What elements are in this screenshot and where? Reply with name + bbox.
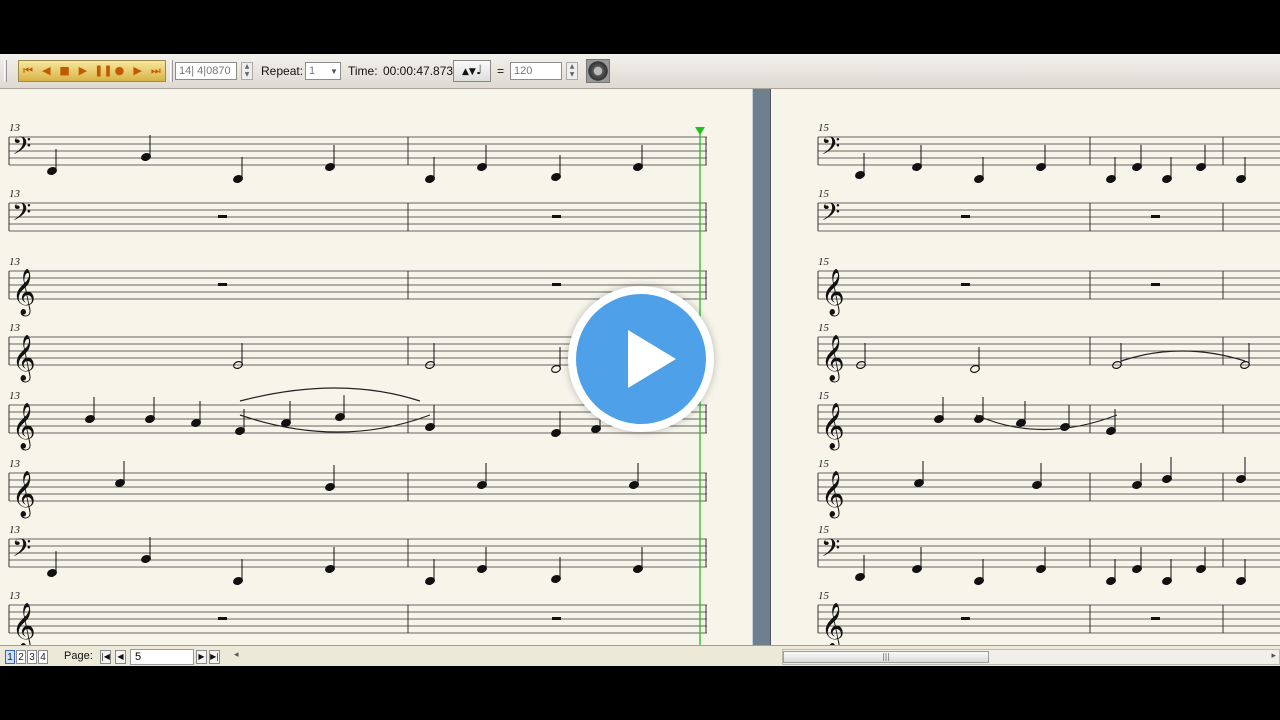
next-page-icon[interactable]: ▶ (196, 650, 207, 664)
treble-clef-icon: 𝄞 (821, 335, 845, 383)
bass-clef-icon: 𝄢 (821, 132, 840, 167)
whole-rest-icon (1151, 283, 1160, 286)
measure-number-label: 13 (9, 458, 21, 470)
bass-clef-icon: 𝄢 (12, 534, 31, 569)
bass-clef-icon: 𝄢 (12, 132, 31, 167)
tie-arc (975, 414, 1118, 431)
measure-number-label: 15 (818, 256, 830, 268)
time-label: Time: (348, 64, 378, 78)
status-bar: 1 2 3 4 Page: |◀ ◀ 5 ▶ ▶| ◂ ||| ▸ (0, 645, 1280, 666)
tie-arc (239, 414, 431, 433)
measure-number-label: 13 (9, 188, 21, 200)
tie-arc (239, 387, 421, 402)
measure-number-label: 15 (818, 188, 830, 200)
whole-rest-icon (218, 617, 227, 620)
treble-clef-icon: 𝄞 (821, 471, 845, 519)
scroll-left-icon[interactable]: ◂ (234, 650, 239, 660)
whole-rest-icon (552, 617, 561, 620)
whole-rest-icon (552, 283, 561, 286)
play-button-icon (576, 294, 706, 424)
playback-cursor-marker-icon (695, 127, 705, 135)
measure-number-label: 15 (818, 458, 830, 470)
whole-rest-icon (218, 283, 227, 286)
position-field[interactable]: 14| 4|0870 (175, 62, 237, 80)
equals-label: = (497, 64, 505, 78)
page-number-field[interactable]: 5 (130, 649, 194, 665)
whole-rest-icon (961, 617, 970, 620)
tempo-field[interactable]: 120 (510, 62, 562, 80)
score-pane-right[interactable]: 15 𝄢 𝄢 15 𝄞 15 𝄞 15 𝄞 15 𝄞 15 𝄢 15 𝄞 15 (771, 89, 1280, 645)
measure-number-label: 13 (9, 590, 21, 602)
treble-clef-icon: 𝄞 (12, 269, 36, 317)
treble-clef-icon: 𝄞 (821, 269, 845, 317)
measure-number-label: 13 (9, 524, 21, 536)
whole-rest-icon (961, 283, 970, 286)
whole-rest-icon (1151, 215, 1160, 218)
first-page-icon[interactable]: |◀ (100, 650, 111, 664)
page-label: Page: (64, 650, 93, 662)
record-icon[interactable]: ● (112, 64, 126, 78)
repeat-label: Repeat: (261, 64, 304, 78)
treble-clef-icon: 𝄞 (12, 471, 36, 519)
time-value: 00:00:47.873 (383, 64, 454, 78)
metronome-icon[interactable] (586, 59, 610, 83)
measure-number-label: 15 (818, 390, 830, 402)
scroll-right-icon[interactable]: ▸ (1271, 651, 1276, 661)
forward-to-end-icon[interactable]: ⏭ (149, 64, 163, 78)
score-page-right: 15 𝄢𝄢15𝄞15𝄞15𝄞15𝄞15𝄢15𝄞15 (817, 122, 1280, 645)
play-icon[interactable]: ▶ (76, 64, 90, 78)
pause-icon[interactable]: ❚❚ (94, 64, 112, 78)
whole-rest-icon (552, 215, 561, 218)
rewind-to-start-icon[interactable]: ⏮ (21, 64, 35, 78)
bass-clef-icon: 𝄢 (12, 198, 31, 233)
bass-clef-icon: 𝄢 (821, 534, 840, 569)
toolbar-grip[interactable] (4, 60, 7, 82)
whole-rest-icon (1151, 617, 1160, 620)
tempo-spinner[interactable]: ▲ ▼ (566, 62, 578, 80)
measure-number-label: 13 (9, 390, 21, 402)
measure-number-label: 15 (818, 524, 830, 536)
measure-number-label: 15 (818, 322, 830, 334)
tempo-note-button[interactable]: ▲▼♩ (453, 60, 491, 82)
whole-rest-icon (218, 215, 227, 218)
treble-clef-icon: 𝄞 (821, 603, 845, 645)
measure-number-label: 15 (818, 590, 830, 602)
chevron-down-icon[interactable]: ▼ (330, 67, 338, 76)
playback-toolbar: ⏮ ◀ ■ ▶ ❚❚ ● ▶ ⏭ 14| 4|0870 ▲ ▼ Repeat: 1… (0, 54, 1280, 89)
measure-number-label: 13 (9, 322, 21, 334)
quarter-note-icon: ♩ (475, 63, 482, 78)
page-tab-3[interactable]: 3 (27, 650, 37, 664)
up-down-arrows-icon: ▲▼ (462, 67, 476, 77)
page-tab-4[interactable]: 4 (38, 650, 48, 664)
play-triangle-icon (628, 330, 676, 388)
whole-rest-icon (961, 215, 970, 218)
toolbar-separator (170, 60, 173, 82)
split-pane-divider[interactable] (752, 89, 771, 645)
treble-clef-icon: 𝄞 (821, 403, 845, 451)
previous-page-icon[interactable]: ◀ (115, 650, 126, 664)
treble-clef-icon: 𝄞 (12, 403, 36, 451)
page-tab-1[interactable]: 1 (5, 650, 15, 664)
video-play-button[interactable] (568, 286, 714, 432)
measure-number-label: 13 (9, 256, 21, 268)
page-tab-2[interactable]: 2 (16, 650, 26, 664)
fast-forward-icon[interactable]: ▶ (131, 64, 145, 78)
treble-clef-icon: 𝄞 (12, 335, 36, 383)
bass-clef-icon: 𝄢 (821, 198, 840, 233)
horizontal-scrollbar[interactable]: ||| ▸ (782, 649, 1280, 665)
position-spinner[interactable]: ▲ ▼ (241, 62, 253, 80)
rewind-icon[interactable]: ◀ (39, 64, 53, 78)
transport-controls: ⏮ ◀ ■ ▶ ❚❚ ● ▶ ⏭ (18, 60, 166, 82)
tie-arc (1120, 350, 1246, 362)
stop-icon[interactable]: ■ (58, 64, 72, 78)
scrollbar-thumb[interactable]: ||| (783, 651, 989, 663)
last-page-icon[interactable]: ▶| (209, 650, 220, 664)
treble-clef-icon: 𝄞 (12, 603, 36, 645)
